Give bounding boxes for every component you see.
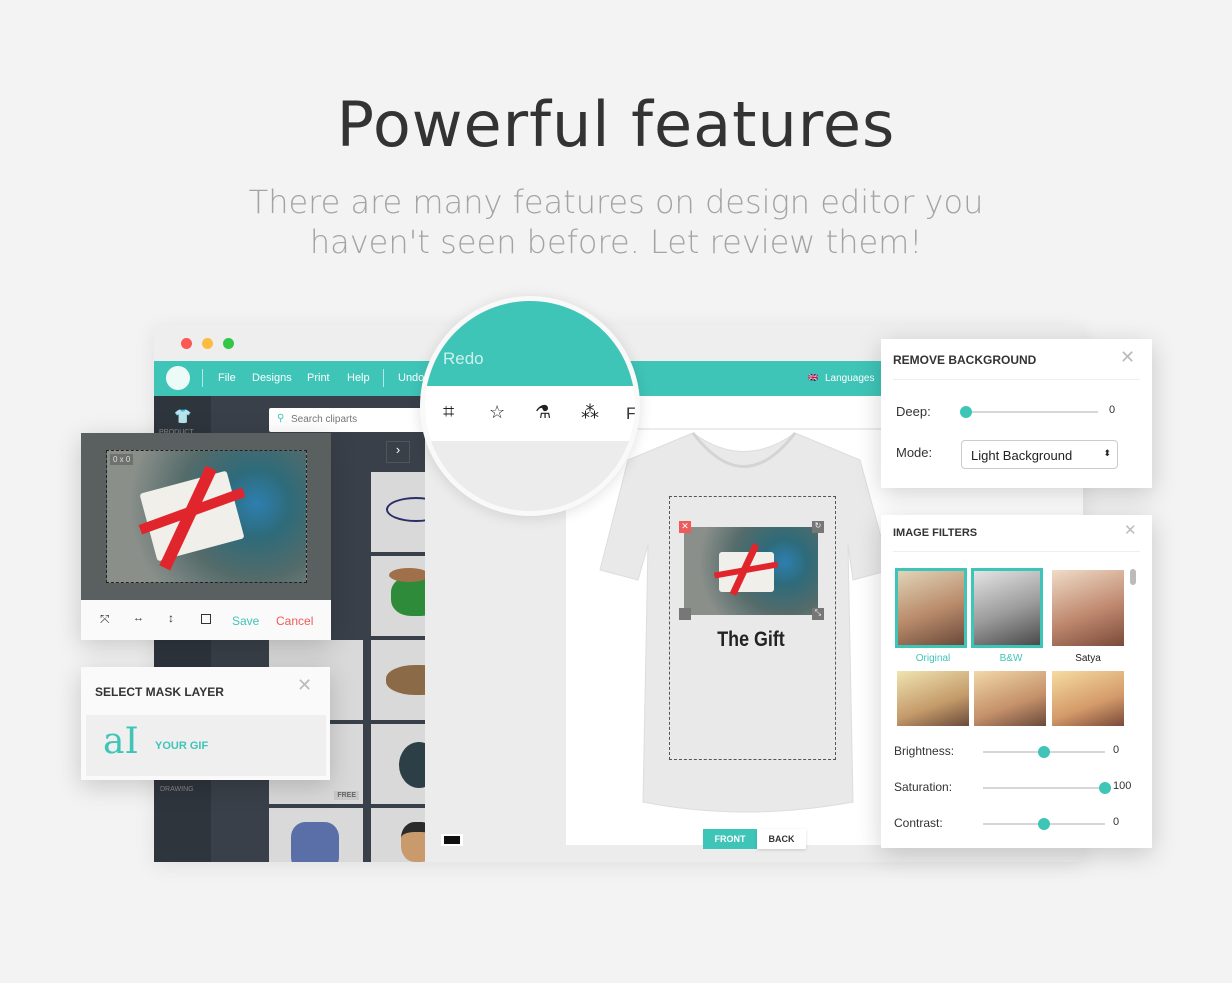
filters-title: IMAGE FILTERS (893, 527, 978, 539)
design-text-layer[interactable]: The Gift (694, 628, 808, 652)
image-filters-panel: IMAGE FILTERS ✕ Original B&W Satya Brigh… (881, 515, 1152, 848)
menu-help[interactable]: Help (347, 372, 370, 384)
filter-original[interactable] (895, 568, 967, 648)
deep-slider[interactable] (960, 406, 1098, 418)
crop-popup: 0 x 0 ⤧ ↔ ↕ Save Cancel (81, 433, 331, 640)
rotate-layer-icon[interactable]: ↻ (812, 521, 824, 533)
crop-save-button[interactable]: Save (232, 614, 259, 628)
search-icon: ⚲ (277, 413, 285, 424)
gift-image-layer[interactable] (684, 527, 818, 615)
remove-background-panel: REMOVE BACKGROUND ✕ Deep: 0 Mode: Light … (881, 339, 1152, 488)
contrast-slider[interactable] (983, 818, 1105, 830)
mask-item[interactable]: aI YOUR GIF (86, 715, 326, 776)
back-view-button[interactable]: BACK (757, 829, 806, 849)
saturation-label: Saturation: (894, 780, 953, 794)
crop-size-label: 0 x 0 (110, 454, 134, 465)
filter-satya[interactable] (1052, 570, 1124, 646)
magnifier-lens: Redo ⌗ ☆ ⚗ ⁂ F (420, 296, 640, 516)
close-icon[interactable]: ✕ (297, 675, 312, 696)
saturation-slider[interactable] (983, 782, 1111, 794)
slider-knob[interactable] (1038, 746, 1050, 758)
sidebar-item-drawing[interactable]: DRAWING (160, 786, 194, 793)
close-window-button[interactable] (181, 338, 192, 349)
menu-file[interactable]: File (218, 372, 236, 384)
divider (383, 369, 384, 387)
filter-thumb[interactable] (897, 671, 969, 726)
next-category-button[interactable]: › (386, 441, 410, 463)
crop-cancel-button[interactable]: Cancel (276, 614, 313, 628)
minimize-window-button[interactable] (202, 338, 213, 349)
slider-knob[interactable] (960, 406, 972, 418)
divider (202, 369, 203, 387)
uk-flag-icon: 🇬🇧 (808, 373, 818, 382)
color-swatch[interactable] (441, 834, 463, 846)
contrast-value: 0 (1113, 816, 1120, 828)
flask-icon[interactable]: ⚗ (535, 402, 551, 423)
filter-label-original: Original (915, 653, 951, 664)
menu-undo[interactable]: Undo (398, 372, 424, 384)
filter-bw[interactable] (971, 568, 1043, 648)
menu-print[interactable]: Print (307, 372, 330, 384)
layer-options-icon[interactable] (679, 608, 691, 620)
select-arrows-icon: ⬍ (1103, 448, 1111, 458)
magic-wand-icon[interactable]: ⁂ (581, 402, 599, 423)
slider-knob[interactable] (1099, 782, 1111, 794)
deep-value: 0 (1109, 404, 1116, 416)
flip-vertical-icon[interactable]: ↕ (168, 611, 174, 625)
brightness-label: Brightness: (894, 744, 955, 758)
mask-layer-popup: SELECT MASK LAYER ✕ aI YOUR GIF (81, 667, 330, 780)
square-crop-icon[interactable] (201, 614, 211, 624)
fit-icon[interactable]: ⤧ (100, 612, 110, 627)
star-icon[interactable]: ☆ (489, 402, 505, 423)
filter-thumb[interactable] (974, 671, 1046, 726)
saturation-value: 100 (1113, 780, 1132, 792)
contrast-label: Contrast: (894, 816, 943, 830)
slider-knob[interactable] (1038, 818, 1050, 830)
mode-select[interactable]: Light Background ⬍ (961, 440, 1118, 469)
redo-button[interactable]: Redo (443, 349, 484, 369)
languages-button[interactable]: Languages (825, 373, 875, 384)
mode-label: Mode: (896, 445, 933, 460)
mask-item-label: YOUR GIF (155, 740, 209, 752)
close-icon[interactable]: ✕ (1124, 521, 1137, 539)
subtitle-line-2: haven't seen before. Let review them! (309, 223, 923, 261)
crop-selection[interactable]: 0 x 0 (106, 450, 307, 583)
filter-label-satya: Satya (1075, 653, 1101, 664)
page-title: Powerful features (336, 88, 896, 161)
app-logo-icon (166, 366, 190, 390)
delete-layer-icon[interactable]: ✕ (679, 521, 691, 533)
flip-horizontal-icon[interactable]: ↔ (133, 612, 144, 624)
clipart-batman[interactable] (269, 808, 363, 862)
scrollbar[interactable] (1130, 569, 1136, 585)
resize-layer-icon[interactable]: ⤡ (812, 608, 824, 620)
filter-label-bw: B&W (999, 653, 1023, 664)
crop-icon[interactable]: ⌗ (443, 401, 454, 424)
front-view-button[interactable]: FRONT (703, 829, 757, 849)
subtitle-line-1: There are many features on design editor… (248, 183, 984, 221)
brightness-value: 0 (1113, 744, 1120, 756)
maximize-window-button[interactable] (223, 338, 234, 349)
remove-bg-title: REMOVE BACKGROUND (893, 353, 1037, 367)
menu-designs[interactable]: Designs (252, 372, 292, 384)
deep-label: Deep: (896, 404, 931, 419)
filter-thumb[interactable] (1052, 671, 1124, 726)
toolbar-cut-item[interactable]: F (626, 404, 635, 424)
tshirt-icon: 👕 (174, 408, 192, 424)
text-mask-icon: aI (103, 721, 139, 762)
mask-popup-title: SELECT MASK LAYER (95, 685, 224, 699)
mode-select-value: Light Background (971, 448, 1073, 463)
brightness-slider[interactable] (983, 746, 1105, 758)
close-icon[interactable]: ✕ (1120, 347, 1135, 368)
